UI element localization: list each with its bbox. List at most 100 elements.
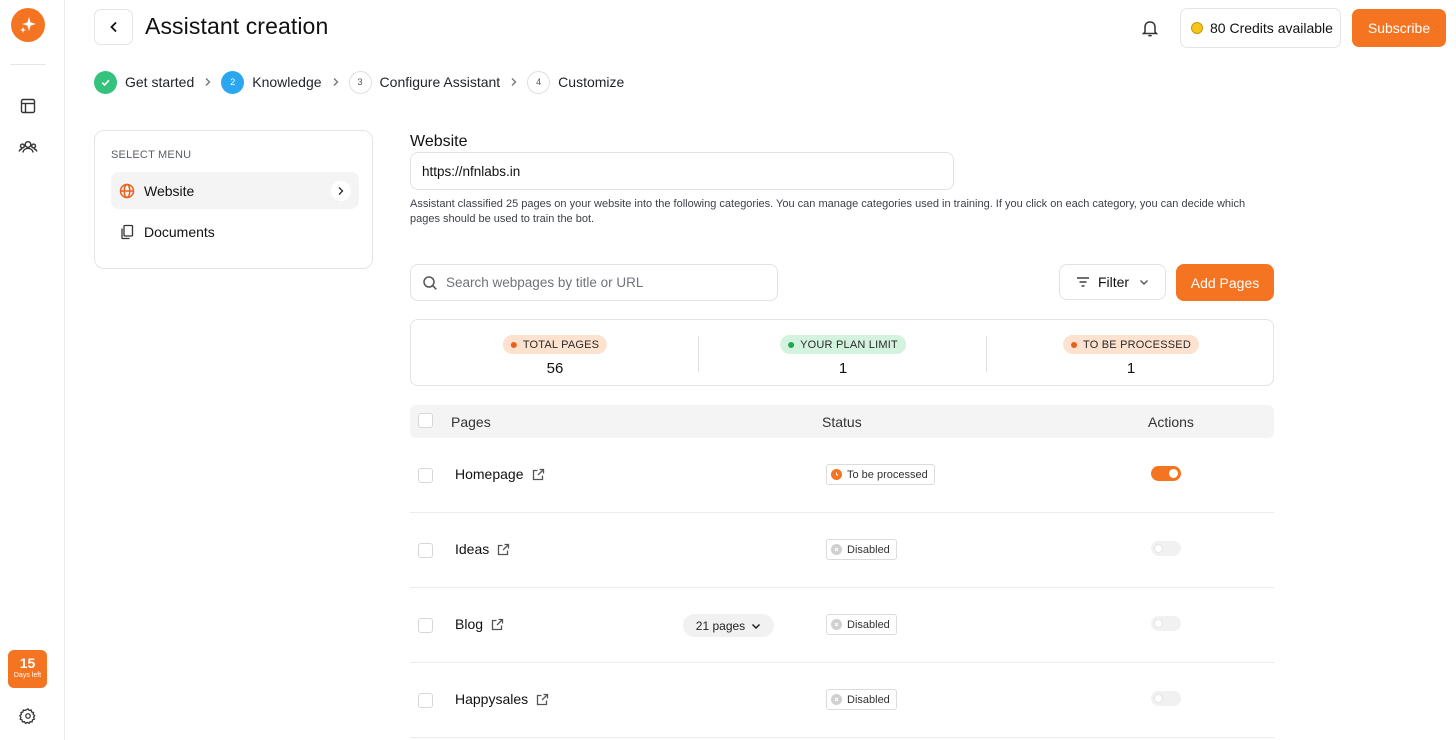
website-description: Assistant classified 25 pages on your we… [410, 198, 1246, 225]
stat-to-be-processed: TO BE PROCESSED 1 [987, 320, 1275, 387]
chevron-left-icon [109, 21, 117, 33]
chevron-right-icon [331, 181, 351, 201]
status-badge: Disabled [826, 539, 897, 560]
external-link-icon[interactable] [497, 543, 510, 556]
external-link-icon[interactable] [536, 693, 549, 706]
status-badge: Disabled [826, 614, 897, 635]
settings-gear-icon[interactable] [18, 706, 38, 726]
status-badge: Disabled [826, 689, 897, 710]
search-input[interactable] [446, 275, 766, 290]
website-url-input[interactable] [410, 152, 954, 190]
status-text: Disabled [847, 543, 890, 556]
toggle-knob [1154, 694, 1163, 703]
row-checkbox[interactable] [418, 618, 433, 633]
status-badge: YOUR PLAN LIMIT [780, 335, 906, 354]
stat-label: YOUR PLAN LIMIT [800, 338, 898, 351]
documents-icon [119, 224, 135, 240]
add-pages-button[interactable]: Add Pages [1176, 264, 1274, 301]
menu-item-label: Documents [144, 223, 215, 240]
step-label: Configure Assistant [379, 74, 501, 90]
menu-item-label: Website [144, 182, 195, 199]
select-all-checkbox[interactable] [418, 413, 433, 428]
row-checkbox[interactable] [418, 468, 433, 483]
toggle-knob [1154, 544, 1163, 553]
page-title-text: Blog [455, 616, 484, 632]
stat-value: 1 [838, 360, 848, 377]
disabled-x-icon [831, 694, 842, 705]
back-button[interactable] [94, 9, 133, 45]
stat-plan-limit: YOUR PLAN LIMIT 1 [699, 320, 987, 387]
chevron-right-icon [332, 77, 340, 87]
step-customize[interactable]: 4 Customize [527, 70, 624, 94]
row-checkbox[interactable] [418, 693, 433, 708]
rail-divider [10, 64, 46, 65]
page-name: Happysales [455, 691, 549, 707]
step-get-started[interactable]: Get started [94, 70, 195, 94]
status-dot-icon [788, 341, 795, 348]
subpages-dropdown[interactable]: 21 pages [683, 614, 774, 637]
status-dot-icon [510, 341, 517, 348]
status-text: Disabled [847, 693, 890, 706]
stat-value: 56 [546, 360, 564, 377]
train-toggle[interactable] [1151, 466, 1181, 481]
step-label: Get started [125, 74, 195, 90]
column-header-status: Status [822, 414, 862, 430]
filter-icon [1076, 276, 1090, 288]
status-badge: TO BE PROCESSED [1063, 335, 1199, 354]
check-icon [94, 70, 117, 94]
page-name: Blog [455, 616, 504, 632]
select-menu-card: SELECT MENU Website Documents [94, 130, 373, 269]
stat-label: TOTAL PAGES [522, 338, 600, 351]
row-checkbox[interactable] [418, 543, 433, 558]
filter-button[interactable]: Filter [1059, 264, 1166, 300]
train-toggle[interactable] [1151, 541, 1181, 556]
chevron-right-icon [204, 77, 212, 87]
page-title-text: Homepage [455, 466, 524, 482]
search-bar[interactable] [410, 264, 778, 301]
column-header-pages: Pages [451, 414, 491, 430]
column-header-actions: Actions [1148, 414, 1194, 430]
external-link-icon[interactable] [491, 618, 504, 631]
step-label: Knowledge [252, 74, 322, 90]
train-toggle[interactable] [1151, 616, 1181, 631]
status-text: Disabled [847, 618, 890, 631]
page-name: Ideas [455, 541, 510, 557]
coin-icon [1191, 22, 1203, 34]
chevron-down-icon [751, 622, 761, 630]
subpages-count: 21 pages [695, 618, 746, 633]
stat-label: TO BE PROCESSED [1083, 338, 1191, 351]
stat-value: 1 [1126, 360, 1136, 377]
status-badge: TOTAL PAGES [502, 335, 608, 354]
credits-indicator[interactable]: 80 Credits available [1180, 8, 1341, 48]
menu-item-documents[interactable]: Documents [111, 213, 359, 250]
table-header: Pages Status Actions [410, 405, 1274, 438]
globe-icon [119, 183, 135, 199]
menu-item-website[interactable]: Website [111, 172, 359, 209]
disabled-x-icon [831, 544, 842, 555]
chevron-down-icon [1139, 278, 1149, 286]
toggle-knob [1154, 619, 1163, 628]
external-link-icon[interactable] [532, 468, 545, 481]
layout-icon[interactable] [18, 96, 38, 116]
trial-days-badge[interactable]: 15 Days left [8, 650, 47, 688]
users-icon[interactable] [18, 137, 38, 157]
stats-panel: TOTAL PAGES 56 YOUR PLAN LIMIT 1 TO BE P… [410, 319, 1274, 386]
stat-total-pages: TOTAL PAGES 56 [411, 320, 699, 387]
table-row: Homepage To be processed [410, 438, 1274, 513]
app-logo-icon[interactable] [11, 8, 45, 42]
step-number: 4 [527, 70, 551, 94]
credits-label: 80 Credits available [1210, 20, 1333, 36]
left-rail: 15 Days left [0, 0, 65, 740]
subscribe-button[interactable]: Subscribe [1352, 9, 1446, 47]
table-row: Ideas Disabled [410, 513, 1274, 588]
step-number: 2 [221, 70, 245, 94]
step-knowledge[interactable]: 2 Knowledge [221, 70, 322, 94]
table-row: Blog 21 pages Disabled [410, 588, 1274, 663]
page-title-text: Happysales [455, 691, 529, 707]
step-configure-assistant[interactable]: 3 Configure Assistant [348, 70, 501, 94]
chevron-right-icon [510, 77, 518, 87]
train-toggle[interactable] [1151, 691, 1181, 706]
notifications-bell-icon[interactable] [1140, 18, 1160, 38]
step-number: 3 [348, 70, 372, 94]
page-title: Assistant creation [145, 13, 329, 39]
